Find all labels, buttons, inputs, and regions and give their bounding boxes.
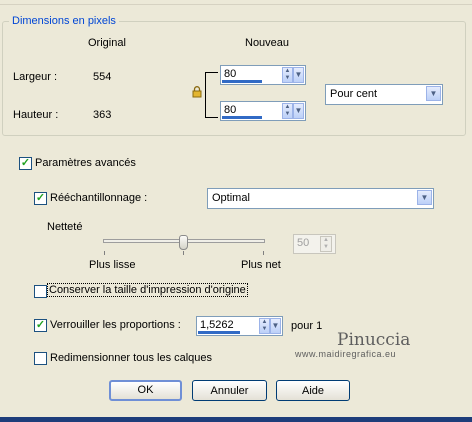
resample-method-select[interactable]: Optimal ▼ — [207, 188, 434, 209]
width-spinbox[interactable]: 80 ▲ ▼ ▼ — [220, 65, 306, 85]
ratio-level-bar — [198, 331, 240, 334]
height-spinbox[interactable]: 80 ▲ ▼ ▼ — [220, 101, 306, 121]
slider-tick — [263, 251, 264, 255]
resample-method-value: Optimal — [212, 192, 250, 204]
sharpness-max-label: Plus net — [241, 259, 281, 271]
ratio-spinbox[interactable]: 1,5262 ▲ ▼ ▼ — [196, 316, 283, 336]
width-level-bar — [222, 80, 262, 83]
watermark-url: www.maidiregrafica.eu — [295, 349, 397, 359]
link-bracket — [205, 72, 218, 118]
resample-label: Rééchantillonnage : — [50, 192, 148, 204]
sharpness-label: Netteté — [47, 221, 83, 233]
spin-updown-icon[interactable]: ▲ ▼ — [282, 67, 293, 83]
spin-updown-icon: ▲ ▼ — [320, 236, 332, 252]
chevron-down-icon[interactable]: ▼ — [417, 190, 432, 205]
cancel-button[interactable]: Annuler — [192, 380, 267, 401]
lock-ratio-label: Verrouiller les proportions : — [50, 319, 181, 331]
ok-button[interactable]: OK — [109, 380, 182, 401]
chevron-down-icon[interactable]: ▼ — [270, 318, 281, 334]
chevron-down-icon[interactable]: ▼ — [293, 103, 304, 119]
resample-checkbox[interactable]: ✓ — [34, 192, 47, 205]
sharpness-value-spinbox: 50 ▲ ▼ — [293, 234, 336, 254]
advanced-label: Paramètres avancés — [35, 157, 136, 169]
slider-tick — [183, 251, 184, 255]
lock-icon[interactable] — [192, 86, 202, 98]
column-nouveau: Nouveau — [245, 37, 290, 49]
sharpness-thumb[interactable] — [179, 235, 188, 250]
resize-layers-checkbox[interactable] — [34, 352, 47, 365]
ratio-value: 1,5262 — [200, 319, 234, 331]
slider-tick — [104, 251, 105, 255]
height-value: 80 — [224, 104, 237, 116]
column-original: Original — [88, 37, 126, 49]
group-title: Dimensions en pixels — [9, 15, 119, 27]
width-label: Largeur : — [13, 71, 58, 83]
spin-updown-icon[interactable]: ▲ ▼ — [282, 103, 293, 119]
chevron-down-icon[interactable]: ▼ — [293, 67, 304, 83]
height-original: 363 — [93, 109, 112, 121]
advanced-checkbox[interactable]: ✓ — [19, 157, 32, 170]
window-bottom-edge — [0, 417, 472, 422]
help-button[interactable]: Aide — [276, 380, 350, 401]
keep-print-size-label: Conserver la taille d'impression d'origi… — [47, 283, 248, 297]
width-original: 554 — [93, 71, 112, 83]
keep-print-size-checkbox[interactable] — [34, 285, 47, 298]
chevron-down-icon[interactable]: ▼ — [426, 86, 441, 101]
sharpness-value: 50 — [297, 237, 310, 249]
height-label: Hauteur : — [13, 109, 59, 121]
units-select[interactable]: Pour cent ▼ — [325, 84, 443, 105]
spin-updown-icon[interactable]: ▲ ▼ — [259, 318, 270, 334]
window-top-edge — [0, 0, 472, 5]
ratio-suffix: pour 1 — [291, 320, 323, 332]
resize-layers-label: Redimensionner tous les calques — [50, 352, 213, 364]
watermark-name: Pinuccia — [337, 330, 411, 350]
width-value: 80 — [224, 68, 237, 80]
height-level-bar — [222, 116, 262, 119]
units-selected: Pour cent — [330, 88, 378, 100]
sharpness-min-label: Plus lisse — [89, 259, 136, 271]
lock-ratio-checkbox[interactable]: ✓ — [34, 319, 47, 332]
